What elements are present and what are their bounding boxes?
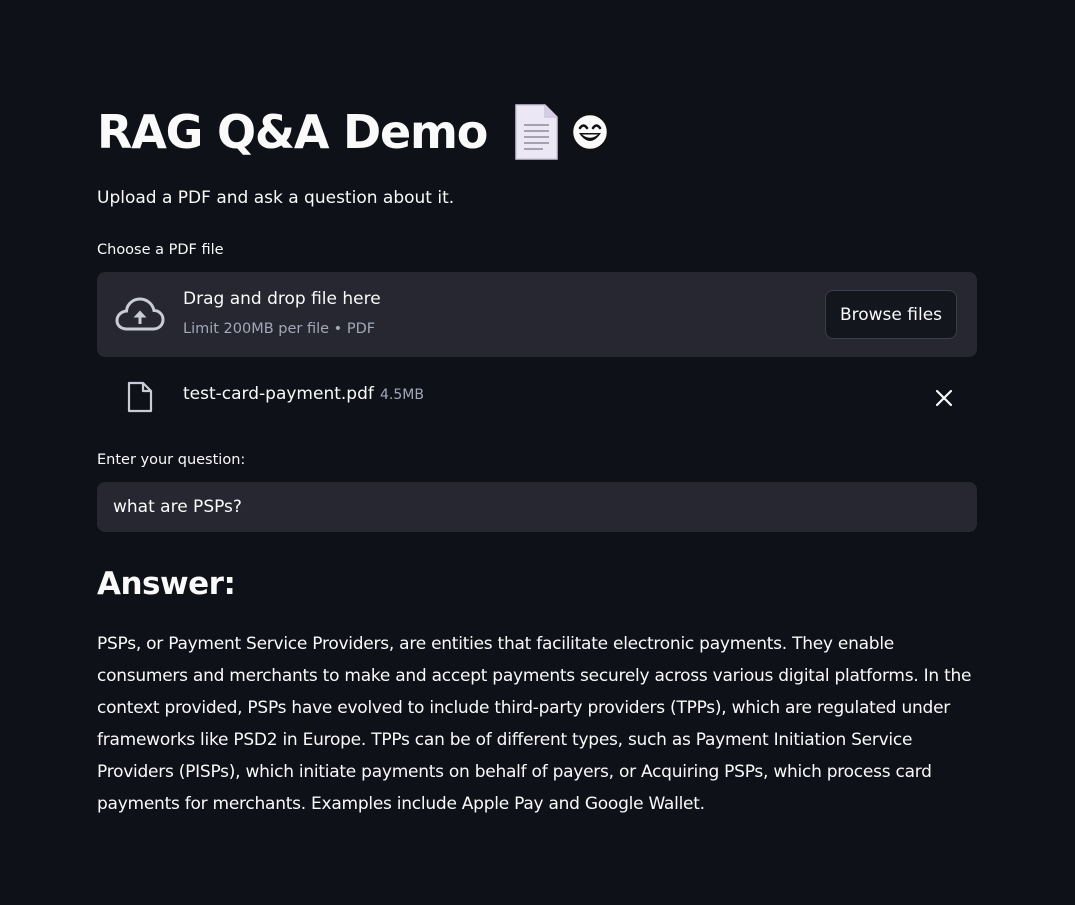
file-icon <box>127 381 153 413</box>
smiling-face-icon <box>569 111 611 153</box>
uploaded-file-row: test-card-payment.pdf 4.5MB <box>97 372 977 422</box>
app-page: RAG Q&A Demo Upload a PDF and ask a ques… <box>0 0 1075 905</box>
cloud-upload-icon <box>115 296 165 334</box>
dropzone-title: Drag and drop file here <box>183 289 381 309</box>
file-dropzone[interactable]: Drag and drop file here Limit 200MB per … <box>97 272 977 357</box>
file-name: test-card-payment.pdf <box>183 384 374 404</box>
uploader-label: Choose a PDF file <box>97 242 224 258</box>
answer-text: PSPs, or Payment Service Providers, are … <box>97 634 972 814</box>
question-label: Enter your question: <box>97 452 246 468</box>
answer-heading: Answer: <box>97 566 236 602</box>
question-input[interactable] <box>97 482 977 532</box>
remove-file-button[interactable] <box>931 385 957 411</box>
subtitle: Upload a PDF and ask a question about it… <box>97 188 455 208</box>
page-title: RAG Q&A Demo <box>97 105 488 159</box>
title-row: RAG Q&A Demo <box>97 100 611 164</box>
file-size: 4.5MB <box>380 387 424 403</box>
browse-files-button[interactable]: Browse files <box>825 290 957 339</box>
close-icon <box>935 389 953 407</box>
document-icon <box>513 103 559 161</box>
dropzone-limit: Limit 200MB per file • PDF <box>183 321 376 337</box>
